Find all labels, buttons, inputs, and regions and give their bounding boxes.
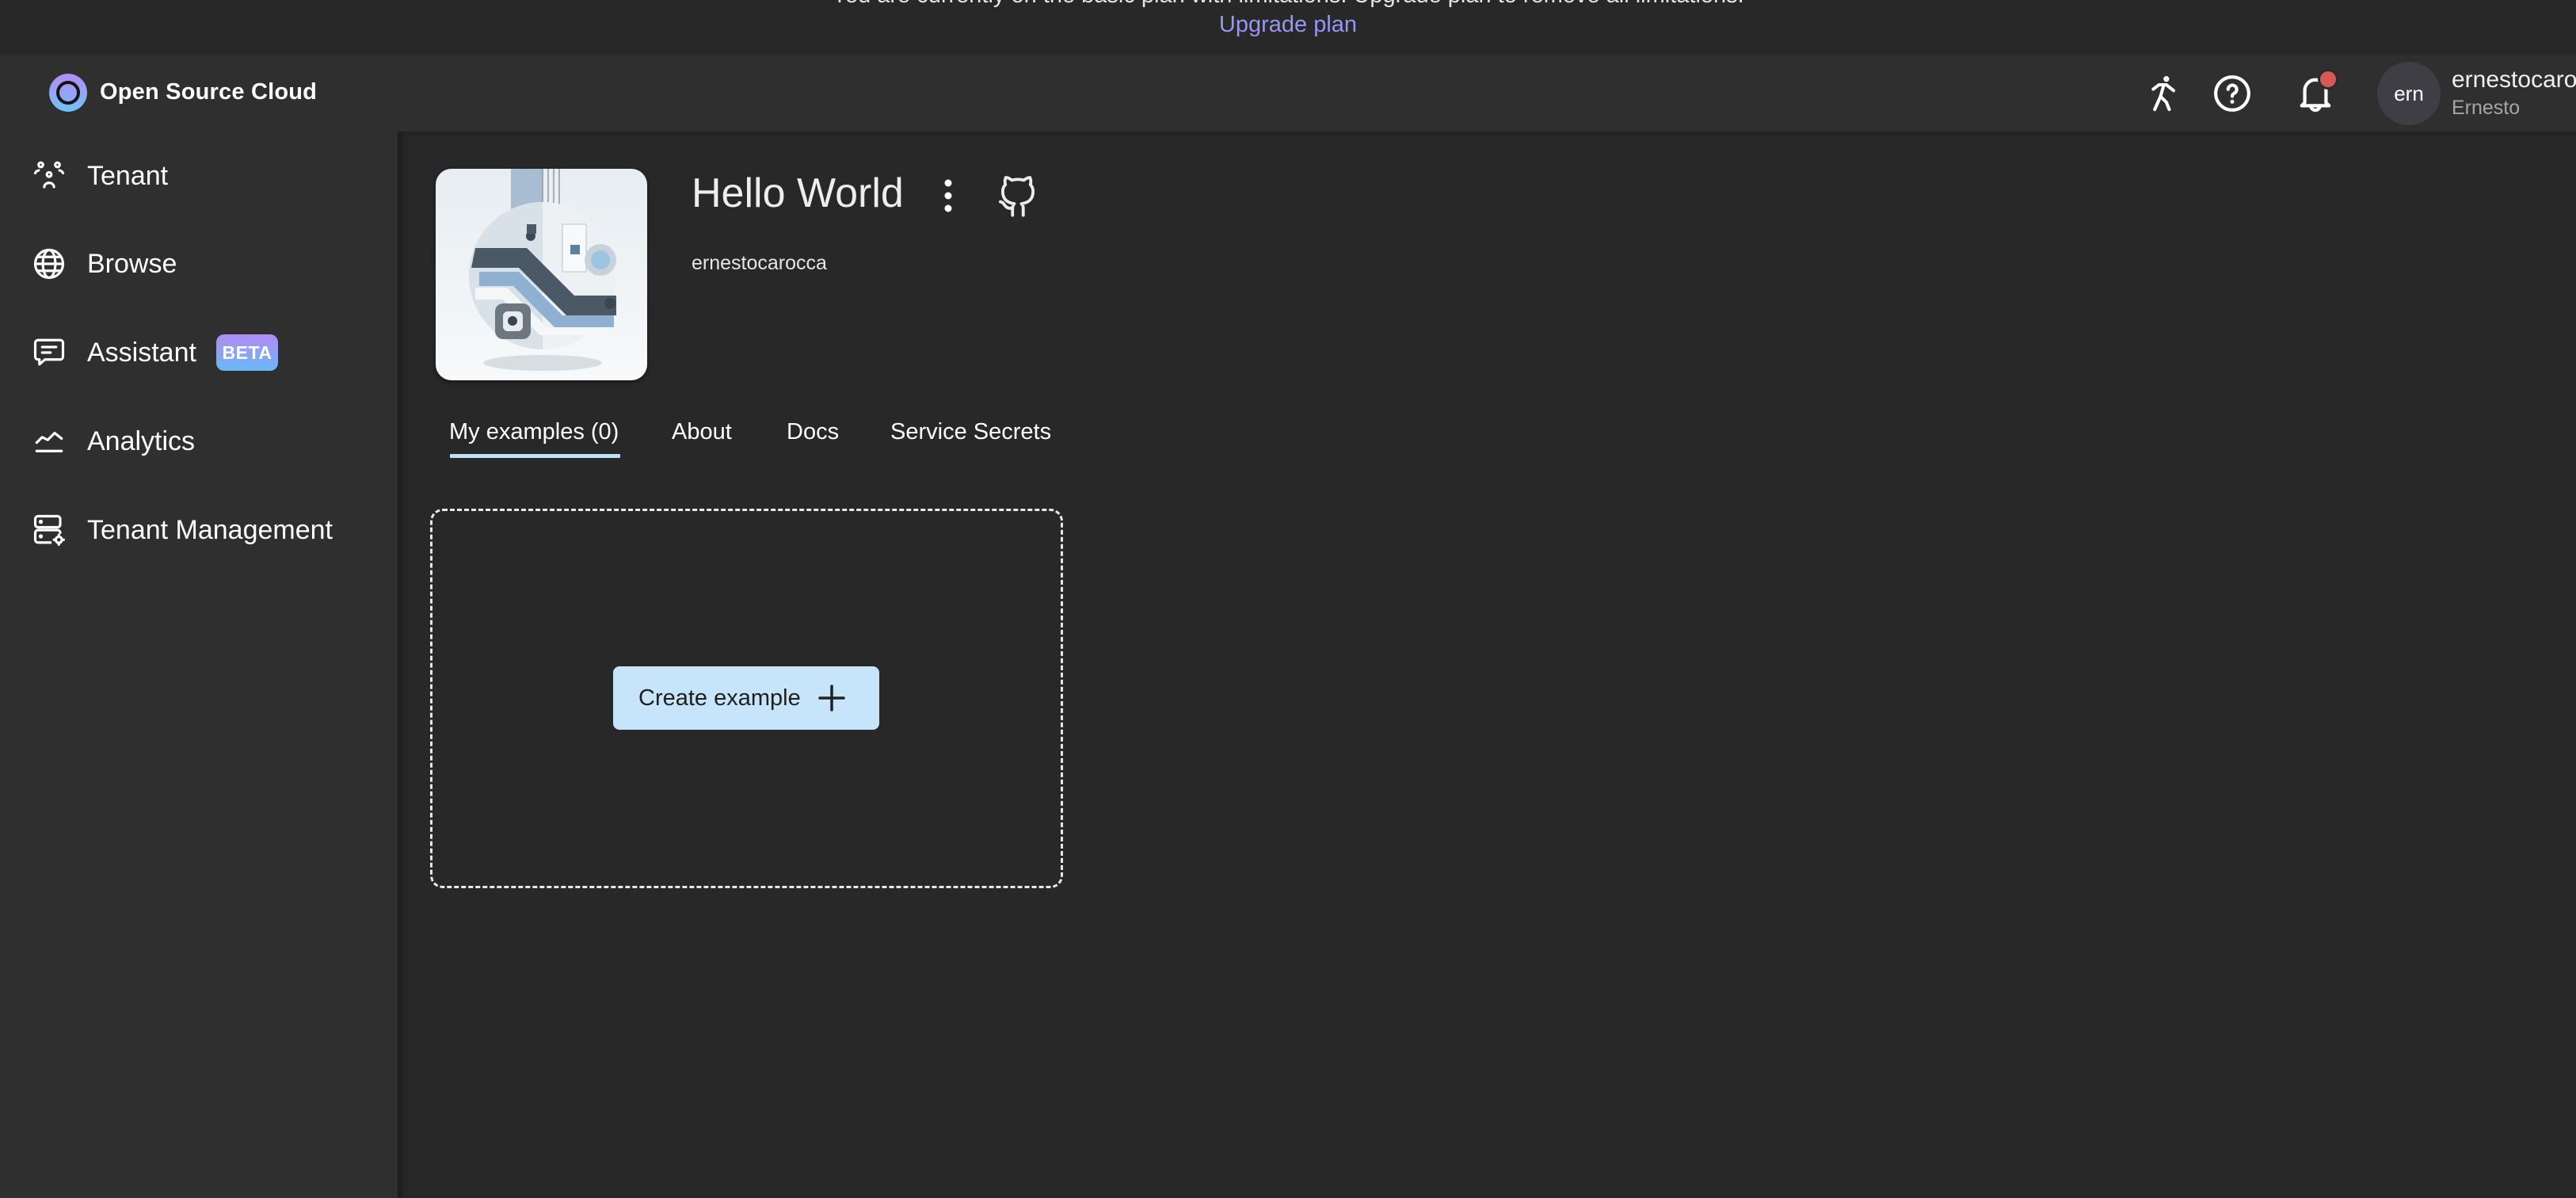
service-title: Hello World [692, 170, 904, 216]
more-options-button[interactable] [935, 174, 962, 217]
users-icon [32, 158, 67, 193]
tab-service-secrets[interactable]: Service Secrets [890, 419, 1051, 445]
sidebar-item-label: Tenant [87, 160, 169, 191]
avatar[interactable]: ern [2377, 62, 2441, 125]
chat-icon [32, 335, 67, 370]
sidebar-item-assistant[interactable]: Assistant BETA [0, 317, 398, 388]
sidebar-item-tenant-management[interactable]: Tenant Management [0, 494, 398, 566]
sidebar-item-label: Analytics [87, 425, 196, 456]
more-vertical-icon [944, 179, 952, 212]
help-icon[interactable] [2210, 71, 2254, 116]
notification-dot [2320, 71, 2336, 87]
service-thumbnail [436, 169, 647, 380]
github-icon [999, 176, 1035, 217]
analytics-icon [32, 424, 67, 459]
plus-icon [818, 685, 845, 712]
top-header: Open Source Cloud ern ernestocaro Ernest… [0, 55, 2576, 132]
create-example-button[interactable]: Create example [613, 666, 879, 730]
sidebar-item-analytics[interactable]: Analytics [0, 406, 398, 477]
user-name[interactable]: ernestocaro [2452, 67, 2576, 93]
tab-about[interactable]: About [672, 419, 732, 445]
sidebar-item-label: Assistant [87, 337, 196, 368]
globe-icon [32, 246, 67, 281]
logo-icon[interactable] [49, 74, 87, 112]
server-settings-icon [32, 513, 67, 547]
sidebar: Tenant Browse Assistant BETA Analytics T… [0, 132, 398, 1198]
create-example-label: Create example [638, 685, 801, 711]
sidebar-item-tenant[interactable]: Tenant [0, 140, 398, 212]
walk-icon[interactable] [2143, 71, 2187, 116]
github-link[interactable] [995, 170, 1041, 221]
service-owner: ernestocarocca [692, 252, 827, 274]
brand-name[interactable]: Open Source Cloud [100, 79, 317, 105]
upgrade-plan-link[interactable]: Upgrade plan [1219, 12, 1357, 37]
notifications-button[interactable] [2293, 71, 2338, 116]
plan-banner-message: You are currently on the basic plan with… [0, 0, 2576, 9]
sidebar-item-label: Browse [87, 248, 177, 279]
active-tab-indicator [450, 454, 620, 458]
beta-badge: BETA [216, 334, 278, 371]
user-display-name: Ernesto [2452, 97, 2521, 119]
plan-banner: You are currently on the basic plan with… [0, 0, 2576, 55]
sidebar-item-browse[interactable]: Browse [0, 228, 398, 300]
tab-docs[interactable]: Docs [787, 419, 839, 445]
sidebar-item-label: Tenant Management [87, 514, 333, 545]
tab-my-examples[interactable]: My examples (0) [449, 419, 619, 445]
